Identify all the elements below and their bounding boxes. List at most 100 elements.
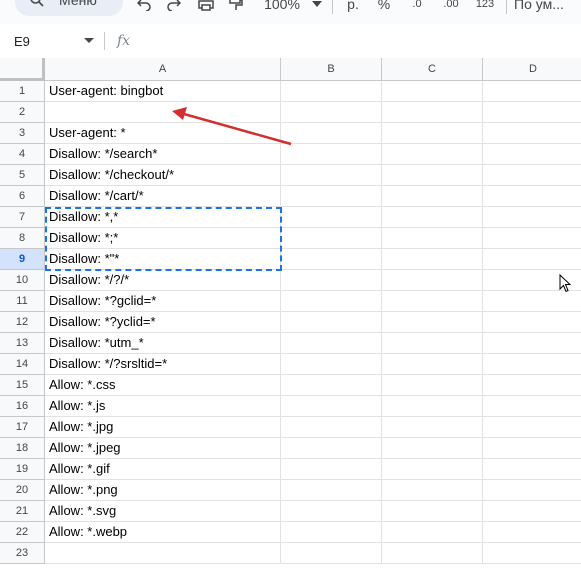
cell-a[interactable]: Disallow: */search* bbox=[45, 144, 281, 165]
row-header[interactable]: 18 bbox=[0, 438, 45, 459]
cell-d[interactable] bbox=[483, 459, 581, 480]
cell-a[interactable]: Disallow: */checkout/* bbox=[45, 165, 281, 186]
cell-a[interactable]: Allow: *.png bbox=[45, 480, 281, 501]
column-header-d[interactable]: D bbox=[483, 58, 581, 81]
row-header[interactable]: 19 bbox=[0, 459, 45, 480]
cell-a[interactable]: Allow: *.js bbox=[45, 396, 281, 417]
cell-d[interactable] bbox=[483, 228, 581, 249]
cell-b[interactable] bbox=[281, 480, 382, 501]
currency-format-button[interactable]: р. bbox=[343, 0, 363, 14]
menu-search[interactable]: Меню bbox=[15, 0, 123, 16]
cell-c[interactable] bbox=[382, 396, 483, 417]
row-header[interactable]: 9 bbox=[0, 249, 45, 270]
cell-d[interactable] bbox=[483, 543, 581, 564]
cell-b[interactable] bbox=[281, 144, 382, 165]
cell-d[interactable] bbox=[483, 207, 581, 228]
cell-a[interactable]: User-agent: bingbot bbox=[45, 81, 281, 102]
zoom-select[interactable]: 100% bbox=[262, 0, 302, 14]
cell-a[interactable]: Allow: *.gif bbox=[45, 459, 281, 480]
row-header[interactable]: 5 bbox=[0, 165, 45, 186]
cell-b[interactable] bbox=[281, 102, 382, 123]
cell-b[interactable] bbox=[281, 312, 382, 333]
increase-decimal-button[interactable]: .00 bbox=[438, 0, 464, 14]
percent-format-button[interactable]: % bbox=[374, 0, 394, 14]
cell-d[interactable] bbox=[483, 396, 581, 417]
cell-a[interactable]: Allow: *.jpg bbox=[45, 417, 281, 438]
cell-a[interactable]: Allow: *.css bbox=[45, 375, 281, 396]
cell-a[interactable]: Disallow: *utm_* bbox=[45, 333, 281, 354]
cell-a[interactable]: Disallow: *,* bbox=[45, 207, 281, 228]
row-header[interactable]: 20 bbox=[0, 480, 45, 501]
row-header[interactable]: 11 bbox=[0, 291, 45, 312]
cell-d[interactable] bbox=[483, 165, 581, 186]
cell-b[interactable] bbox=[281, 249, 382, 270]
cell-d[interactable] bbox=[483, 186, 581, 207]
cell-b[interactable] bbox=[281, 123, 382, 144]
zoom-dropdown[interactable] bbox=[310, 0, 324, 14]
row-header[interactable]: 1 bbox=[0, 81, 45, 102]
row-header[interactable]: 22 bbox=[0, 522, 45, 543]
cell-d[interactable] bbox=[483, 123, 581, 144]
column-header-b[interactable]: B bbox=[281, 58, 382, 81]
row-header[interactable]: 8 bbox=[0, 228, 45, 249]
column-header-c[interactable]: C bbox=[382, 58, 483, 81]
paint-format-button[interactable] bbox=[226, 0, 246, 14]
cell-b[interactable] bbox=[281, 228, 382, 249]
row-header[interactable]: 23 bbox=[0, 543, 45, 564]
cell-b[interactable] bbox=[281, 270, 382, 291]
cell-a[interactable]: Disallow: *?gclid=* bbox=[45, 291, 281, 312]
cell-b[interactable] bbox=[281, 501, 382, 522]
cell-c[interactable] bbox=[382, 165, 483, 186]
cell-c[interactable] bbox=[382, 102, 483, 123]
undo-button[interactable] bbox=[134, 0, 154, 14]
cell-b[interactable] bbox=[281, 291, 382, 312]
cell-d[interactable] bbox=[483, 249, 581, 270]
cell-b[interactable] bbox=[281, 396, 382, 417]
cell-d[interactable] bbox=[483, 480, 581, 501]
cell-d[interactable] bbox=[483, 291, 581, 312]
row-header[interactable]: 3 bbox=[0, 123, 45, 144]
column-header-a[interactable]: A bbox=[45, 58, 281, 81]
cell-a[interactable]: Disallow: */cart/* bbox=[45, 186, 281, 207]
cell-c[interactable] bbox=[382, 207, 483, 228]
cell-c[interactable] bbox=[382, 543, 483, 564]
row-header[interactable]: 4 bbox=[0, 144, 45, 165]
cell-b[interactable] bbox=[281, 438, 382, 459]
print-button[interactable] bbox=[196, 0, 216, 14]
cell-a[interactable]: Disallow: *?yclid=* bbox=[45, 312, 281, 333]
cell-b[interactable] bbox=[281, 543, 382, 564]
cell-a[interactable] bbox=[45, 543, 281, 564]
cell-a[interactable]: Disallow: */?srsltid=* bbox=[45, 354, 281, 375]
cell-c[interactable] bbox=[382, 375, 483, 396]
cell-b[interactable] bbox=[281, 81, 382, 102]
font-select[interactable]: По ум... bbox=[514, 0, 580, 14]
cell-c[interactable] bbox=[382, 438, 483, 459]
cell-c[interactable] bbox=[382, 459, 483, 480]
cell-b[interactable] bbox=[281, 186, 382, 207]
cell-a[interactable] bbox=[45, 102, 281, 123]
cell-a[interactable]: Disallow: */?/* bbox=[45, 270, 281, 291]
cell-c[interactable] bbox=[382, 522, 483, 543]
cell-b[interactable] bbox=[281, 165, 382, 186]
cell-c[interactable] bbox=[382, 333, 483, 354]
cell-b[interactable] bbox=[281, 333, 382, 354]
cell-c[interactable] bbox=[382, 144, 483, 165]
cell-d[interactable] bbox=[483, 81, 581, 102]
row-header[interactable]: 13 bbox=[0, 333, 45, 354]
cell-d[interactable] bbox=[483, 144, 581, 165]
cell-b[interactable] bbox=[281, 207, 382, 228]
cell-b[interactable] bbox=[281, 459, 382, 480]
cell-d[interactable] bbox=[483, 312, 581, 333]
cell-c[interactable] bbox=[382, 81, 483, 102]
cell-d[interactable] bbox=[483, 354, 581, 375]
cell-d[interactable] bbox=[483, 522, 581, 543]
row-header[interactable]: 16 bbox=[0, 396, 45, 417]
cell-d[interactable] bbox=[483, 438, 581, 459]
cell-b[interactable] bbox=[281, 417, 382, 438]
cell-d[interactable] bbox=[483, 501, 581, 522]
row-header[interactable]: 10 bbox=[0, 270, 45, 291]
name-box[interactable]: E9 bbox=[0, 24, 104, 58]
cell-d[interactable] bbox=[483, 333, 581, 354]
cell-a[interactable]: Allow: *.jpeg bbox=[45, 438, 281, 459]
cell-c[interactable] bbox=[382, 249, 483, 270]
